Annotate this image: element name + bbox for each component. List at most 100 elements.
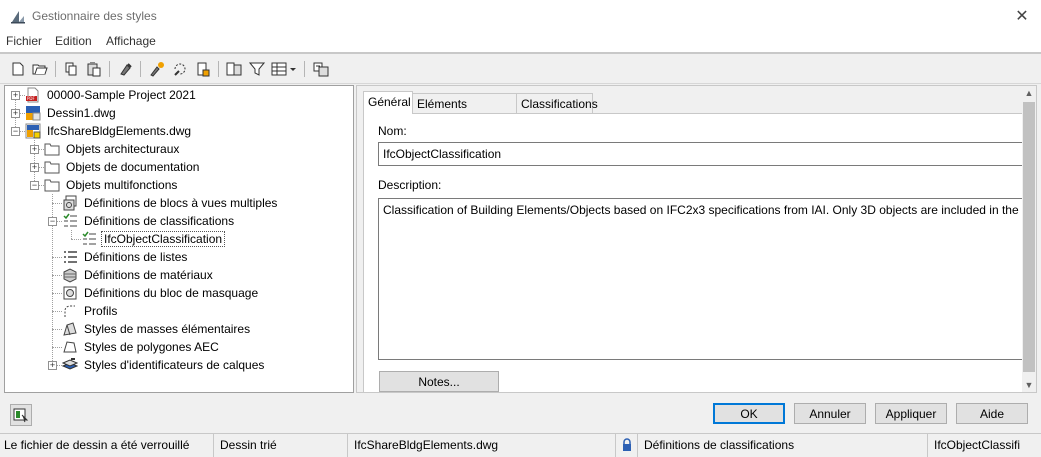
properties-panel: Général Eléments concernés Classificatio… — [356, 85, 1037, 393]
list-icon — [64, 251, 77, 263]
menu-bar: Fichier Edition Affichage — [0, 32, 1041, 52]
tree-connector — [52, 311, 62, 312]
scroll-up-icon[interactable]: ▲ — [1022, 86, 1036, 100]
status-category: Définitions de classifications — [640, 434, 928, 457]
folder-open-icon — [44, 179, 60, 192]
tree-node-profils[interactable]: Profils — [62, 302, 119, 320]
status-item: IfcObjectClassifi — [934, 438, 1021, 452]
polygon-icon — [63, 341, 77, 353]
expand-icon[interactable]: + — [48, 361, 57, 370]
style-manager-app-icon — [11, 11, 25, 24]
toolbar-separator — [304, 61, 305, 77]
classification-item-icon — [82, 231, 96, 245]
tree-connector — [52, 293, 62, 294]
expand-icon[interactable]: + — [11, 109, 20, 118]
edit-style-icon[interactable] — [170, 59, 190, 79]
filter-icon[interactable] — [247, 59, 267, 79]
tree-node-identificateurs-calques[interactable]: Styles d'identificateurs de calques — [62, 356, 266, 374]
tree-node-listes[interactable]: Définitions de listes — [62, 248, 189, 266]
paste-icon[interactable] — [84, 59, 104, 79]
status-bar: Le fichier de dessin a été verrouillé De… — [0, 433, 1041, 457]
lock-icon — [618, 434, 638, 457]
folder-icon — [44, 143, 60, 156]
description-label: Description: — [378, 178, 442, 192]
status-lock-state: Le fichier de dessin a été verrouillé — [0, 434, 214, 457]
set-from-icon[interactable] — [193, 59, 213, 79]
expand-icon[interactable]: + — [30, 145, 39, 154]
tree-node-polygones-aec[interactable]: Styles de polygones AEC — [62, 338, 221, 356]
tree-connector — [52, 275, 62, 276]
tree-connector — [52, 329, 62, 330]
tree-node-ifcshare[interactable]: IfcShareBldgElements.dwg — [25, 122, 193, 140]
mask-block-icon — [63, 286, 77, 300]
cancel-button[interactable]: Annuler — [794, 403, 866, 424]
tree-node-objets-multifonctions[interactable]: Objets multifonctions — [44, 176, 179, 194]
apply-button[interactable]: Appliquer — [875, 403, 947, 424]
tree-connector — [71, 230, 72, 239]
toolbar-separator — [140, 61, 141, 77]
ok-button[interactable]: OK — [713, 403, 785, 424]
view-mode-dropdown-icon[interactable] — [270, 59, 298, 79]
drawing-locked-icon — [25, 123, 41, 139]
title-bar: Gestionnaire des styles ✕ — [0, 0, 1041, 32]
multiview-block-icon — [63, 195, 77, 211]
menu-file[interactable]: Fichier — [6, 34, 42, 48]
open-folder-icon[interactable] — [30, 59, 50, 79]
menu-edit[interactable]: Edition — [55, 34, 92, 48]
collapse-icon[interactable]: − — [30, 181, 39, 190]
tree-node-masses-elementaires[interactable]: Styles de masses élémentaires — [62, 320, 252, 338]
folder-icon — [44, 161, 60, 174]
toolbar-separator — [109, 61, 110, 77]
tab-applies-to[interactable]: Eléments concernés — [412, 93, 517, 125]
toolbar-separator — [55, 61, 56, 77]
name-field[interactable]: IfcObjectClassification — [378, 142, 1023, 166]
tree-node-bloc-masquage[interactable]: Définitions du bloc de masquage — [62, 284, 260, 302]
help-button[interactable]: Aide — [956, 403, 1028, 424]
style-tree[interactable]: + + − + + − − + PDF 00000-Sample Project… — [4, 85, 354, 393]
new-style-icon[interactable] — [147, 59, 167, 79]
tab-classifications[interactable]: Classifications — [516, 93, 598, 113]
scroll-down-icon[interactable]: ▼ — [1022, 378, 1036, 392]
pdf-project-icon: PDF — [26, 87, 39, 103]
properties-scrollbar[interactable]: ▲ ▼ — [1022, 86, 1036, 392]
style-browser-button[interactable] — [10, 404, 32, 426]
tab-general[interactable]: Général — [363, 91, 413, 114]
status-sort: Dessin trié — [216, 434, 348, 457]
copy-icon[interactable] — [61, 59, 81, 79]
notes-button[interactable]: Notes... — [379, 371, 499, 392]
menu-view[interactable]: Affichage — [106, 34, 156, 48]
collapse-icon[interactable]: − — [48, 217, 57, 226]
material-icon — [63, 268, 77, 283]
name-label: Nom: — [378, 124, 407, 138]
tree-node-blocs-vues-multiples[interactable]: Définitions de blocs à vues multiples — [62, 194, 279, 212]
toggle-tree-icon[interactable] — [311, 59, 331, 79]
classification-icon — [63, 213, 77, 227]
status-file: IfcShareBldgElements.dwg — [350, 434, 616, 457]
toolbar-separator — [218, 61, 219, 77]
tree-node-classifications[interactable]: Définitions de classifications — [62, 212, 236, 230]
purge-icon[interactable] — [116, 59, 136, 79]
toggle-view-icon[interactable] — [224, 59, 244, 79]
tree-connector — [52, 347, 62, 348]
tree-node-objets-architecturaux[interactable]: Objets architecturaux — [44, 140, 181, 158]
collapse-icon[interactable]: − — [11, 127, 20, 136]
tree-node-ifcobjectclassification[interactable]: IfcObjectClassification — [81, 230, 226, 248]
new-icon[interactable] — [8, 59, 28, 79]
tree-connector — [52, 257, 62, 258]
expand-icon[interactable]: + — [30, 163, 39, 172]
tree-node-materiaux[interactable]: Définitions de matériaux — [62, 266, 215, 284]
svg-text:PDF: PDF — [27, 96, 35, 101]
tree-node-dessin1[interactable]: Dessin1.dwg — [25, 104, 118, 122]
expand-icon[interactable]: + — [11, 91, 20, 100]
toolbar — [0, 54, 1041, 84]
dialog-buttons-bar: OK Annuler Appliquer Aide — [0, 396, 1041, 432]
tree-node-sample-project[interactable]: PDF 00000-Sample Project 2021 — [25, 86, 198, 104]
tree-node-objets-documentation[interactable]: Objets de documentation — [44, 158, 201, 176]
description-field[interactable]: Classification of Building Elements/Obje… — [378, 198, 1023, 360]
profile-icon — [64, 305, 75, 317]
close-icon[interactable]: ✕ — [1009, 4, 1035, 28]
drawing-icon — [26, 106, 41, 121]
scroll-thumb[interactable] — [1023, 102, 1035, 372]
mass-element-icon — [63, 322, 77, 336]
style-browser-icon — [13, 408, 29, 423]
